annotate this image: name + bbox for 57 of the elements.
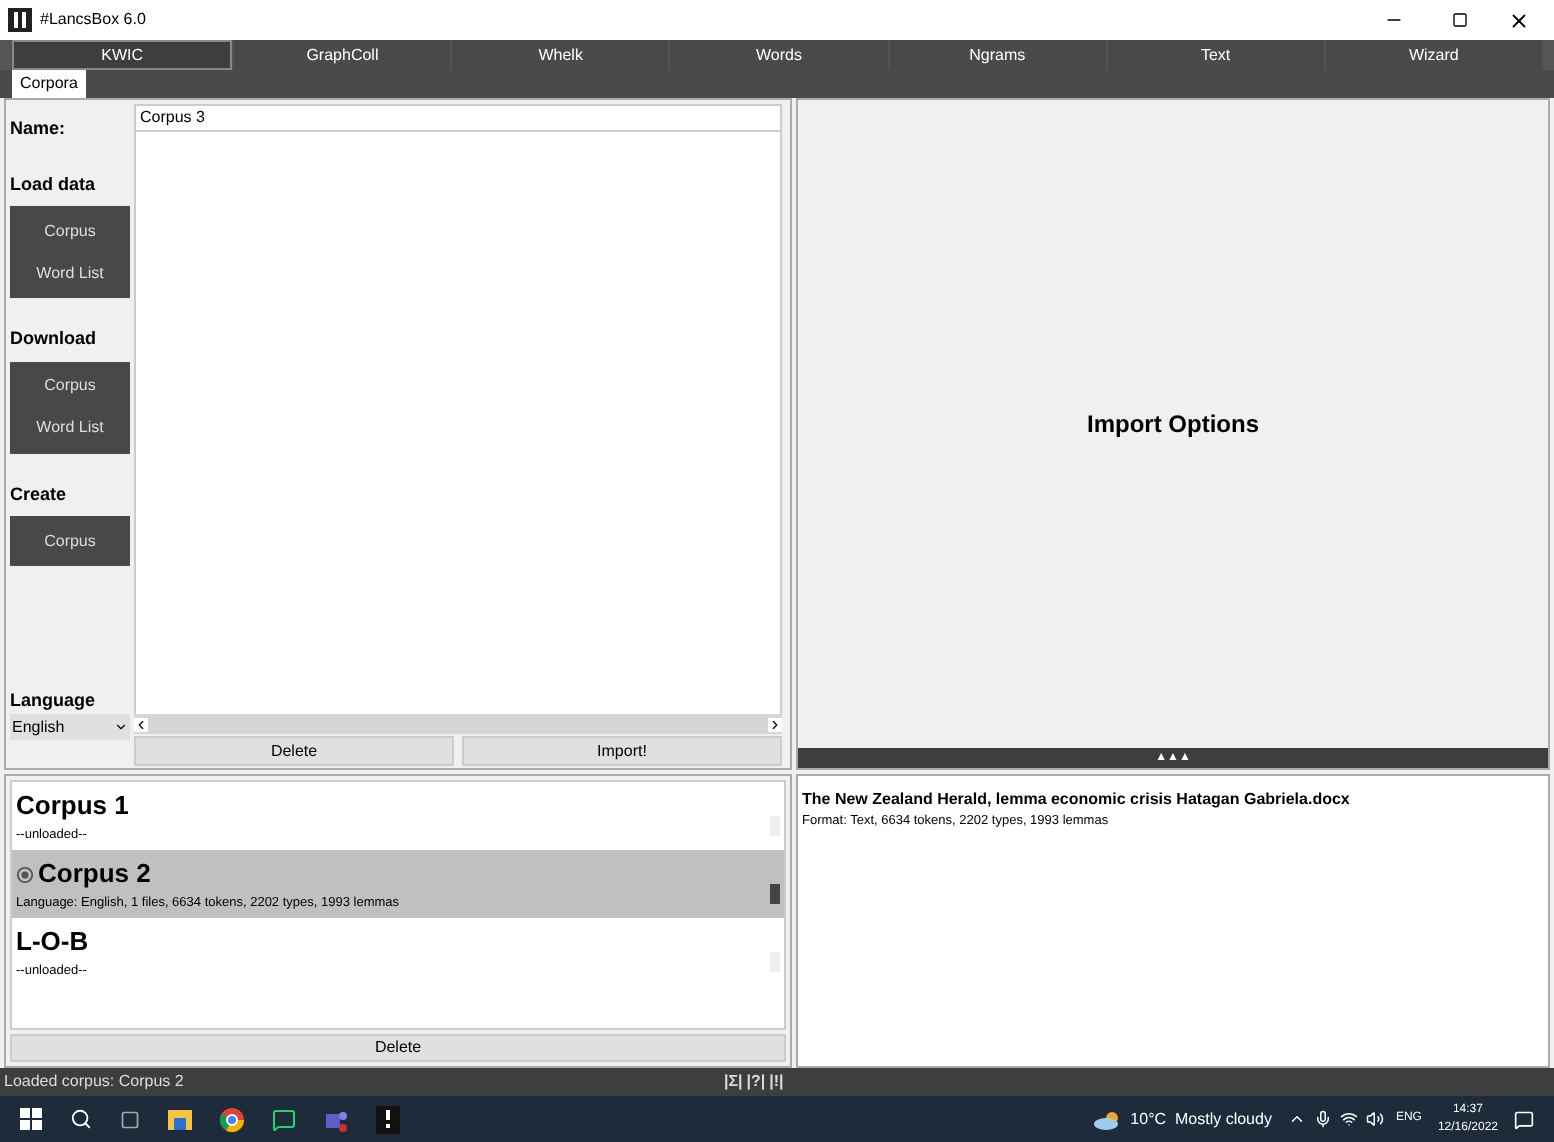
item-scroll-marker [770,884,780,904]
corpus-name: Corpus 2 [38,856,151,893]
tab[interactable]: GraphColl [234,40,451,70]
app-icon [8,8,32,32]
chevron-up-icon[interactable] [1287,1110,1306,1128]
close-icon[interactable] [1508,9,1530,31]
maximize-icon[interactable] [1452,12,1468,28]
sidebar-button[interactable]: Corpus [10,210,130,252]
folder-icon[interactable] [168,1108,192,1130]
import-options-title: Import Options [1087,408,1259,442]
notification-icon[interactable] [1514,1109,1534,1129]
tab[interactable]: Ngrams [889,40,1106,70]
app-icon[interactable] [376,1105,400,1133]
tab[interactable]: Text [1107,40,1324,70]
windows-icon[interactable] [20,1108,42,1130]
chat-icon[interactable] [272,1107,296,1131]
corpus-name: L-O-B [16,924,89,961]
cloud-icon [1094,1109,1123,1129]
window-title: #LancsBox 6.0 [40,8,146,32]
search-icon[interactable] [70,1108,92,1130]
horizontal-scrollbar[interactable] [134,714,782,734]
action-button[interactable]: Import! [462,736,782,766]
team-icon[interactable] [324,1107,348,1131]
volume-icon[interactable] [1365,1110,1384,1128]
delete-button[interactable]: Delete [10,1034,786,1062]
status-indicator[interactable]: |?| [746,1070,766,1094]
tab[interactable]: Wizard [1325,40,1542,70]
scroll-right-icon[interactable] [768,717,782,731]
task-view-icon[interactable] [120,1109,140,1129]
tab[interactable]: Corpora [12,70,86,98]
weather-text[interactable]: 10°C Mostly cloudy [1130,1107,1272,1131]
action-button[interactable]: Delete [134,736,454,766]
radio-icon [16,865,34,884]
sidebar-button[interactable]: Corpus [10,365,130,407]
sidebar-button[interactable]: Word List [10,252,130,294]
name-label: Name: [10,116,68,142]
tab[interactable]: Words [670,40,888,70]
sidebar-button[interactable]: Word List [10,407,130,449]
language-dropdown[interactable]: English [10,714,130,740]
tab[interactable]: KWIC [12,40,233,70]
language-label: Language [10,687,98,714]
scroll-left-icon[interactable] [134,717,148,731]
section-title: Download [10,326,98,352]
caret-icon [114,720,128,734]
tab[interactable]: Whelk [452,40,669,70]
name-field[interactable]: Corpus 3 [134,104,782,132]
browser-icon[interactable] [220,1107,244,1131]
status-text: Loaded corpus: Corpus 2 [4,1070,184,1094]
corpus-name: Corpus 1 [16,788,129,825]
network-icon[interactable] [1339,1110,1358,1128]
section-title: Load data [10,171,98,197]
status-indicator[interactable]: |!| [769,1070,784,1094]
sidebar-button[interactable]: Corpus [10,520,130,562]
microphone-icon[interactable] [1313,1110,1332,1128]
file-name: The New Zealand Herald, lemma economic crisis Hatagan Gabriela.docx [802,788,1352,812]
section-title: Create [10,481,69,507]
status-indicator[interactable]: |Σ| [724,1070,743,1094]
